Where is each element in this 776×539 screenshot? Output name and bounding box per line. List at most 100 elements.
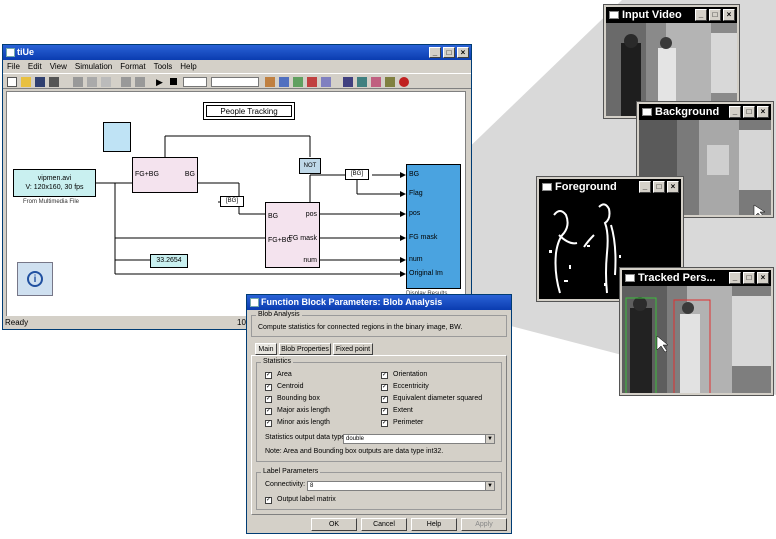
bg-from-tag[interactable]: [BG] xyxy=(345,169,369,180)
blob-detection-block[interactable]: BG FG+BG pos FG mask num xyxy=(265,202,320,268)
menu-file[interactable]: File xyxy=(3,60,24,73)
maximize-button[interactable]: □ xyxy=(743,106,755,118)
undo-icon[interactable] xyxy=(121,77,131,87)
blob-analysis-group: Blob Analysis Compute statistics for con… xyxy=(251,311,507,337)
minor-axis-label: Minor axis length xyxy=(277,419,330,426)
print-icon[interactable] xyxy=(49,77,59,87)
redo-icon[interactable] xyxy=(135,77,145,87)
display-results-block[interactable]: BG Flag pos FG mask num Original Im xyxy=(406,164,461,289)
maximize-button[interactable]: □ xyxy=(653,181,665,193)
extent-checkbox[interactable]: ✓ xyxy=(381,408,388,415)
maximize-button[interactable]: □ xyxy=(443,47,455,58)
minimize-button[interactable]: _ xyxy=(639,181,651,193)
apply-button[interactable]: Apply xyxy=(461,518,507,531)
simulink-titlebar: tiUe _ □ × xyxy=(3,45,471,60)
ok-button[interactable]: OK xyxy=(311,518,357,531)
debug-icon[interactable] xyxy=(293,77,303,87)
library-icon[interactable] xyxy=(265,77,275,87)
close-button[interactable]: × xyxy=(723,9,735,21)
output-type-select[interactable]: double ▼ xyxy=(343,434,495,444)
minor-axis-checkbox[interactable]: ✓ xyxy=(265,420,272,427)
sim-mode-select[interactable] xyxy=(211,77,259,87)
menu-edit[interactable]: Edit xyxy=(24,60,46,73)
background-titlebar: Background _ □ × xyxy=(639,104,771,120)
display-value-block[interactable]: 33.2654 xyxy=(150,254,188,268)
diagram-title: People Tracking xyxy=(206,105,292,117)
play-icon[interactable]: ▶ xyxy=(156,77,166,87)
menu-view[interactable]: View xyxy=(46,60,71,73)
from-multimedia-file-block[interactable]: vipmen.avi V: 120x160, 30 fps xyxy=(13,169,96,197)
tracked-persons-window[interactable]: Tracked Pers... _ □ × xyxy=(619,267,774,396)
output-type-label: Statistics output data type: xyxy=(265,434,348,441)
menu-simulation[interactable]: Simulation xyxy=(71,60,116,73)
stop-icon[interactable] xyxy=(170,78,177,85)
perimeter-checkbox[interactable]: ✓ xyxy=(381,420,388,427)
simulink-title: tiUe xyxy=(17,47,35,57)
connectivity-value: 8 xyxy=(310,483,314,489)
close-button[interactable]: × xyxy=(457,47,469,58)
blob-out-num: num xyxy=(303,257,317,264)
eccentricity-checkbox[interactable]: ✓ xyxy=(381,384,388,391)
bg-goto-tag[interactable]: [BG] xyxy=(220,196,244,207)
estimation-params-block[interactable] xyxy=(103,122,131,152)
tab-main[interactable]: Main xyxy=(255,343,277,355)
help-button[interactable]: Help xyxy=(411,518,457,531)
model-canvas[interactable]: People Tracking vipmen.avi V: 120x160, 3… xyxy=(6,91,466,317)
save-icon[interactable] xyxy=(35,77,45,87)
display-port-pos: pos xyxy=(409,210,421,217)
hierarchy-icon[interactable] xyxy=(385,77,395,87)
maximize-button[interactable]: □ xyxy=(709,9,721,21)
connectivity-select[interactable]: 8 ▼ xyxy=(307,481,495,491)
menu-format[interactable]: Format xyxy=(116,60,149,73)
input-video-title: Input Video xyxy=(622,9,682,21)
background-estimation-block[interactable]: FG+BG BG xyxy=(132,157,198,193)
build-icon[interactable] xyxy=(307,77,317,87)
stop-time-field[interactable] xyxy=(183,77,207,87)
signal-icon[interactable] xyxy=(343,77,353,87)
cut-icon[interactable] xyxy=(73,77,83,87)
minimize-button[interactable]: _ xyxy=(729,272,741,284)
source-label: From Multimedia File xyxy=(23,199,80,205)
toolbar: ▶ xyxy=(3,73,471,89)
profiler-icon[interactable] xyxy=(371,77,381,87)
perimeter-label: Perimeter xyxy=(393,419,424,426)
menu-bar: File Edit View Simulation Format Tools Help xyxy=(3,60,471,73)
open-icon[interactable] xyxy=(21,77,31,87)
close-button[interactable]: × xyxy=(757,272,769,284)
tracked-titlebar: Tracked Pers... _ □ × xyxy=(622,270,771,286)
model-explorer-icon[interactable] xyxy=(357,77,367,87)
major-axis-checkbox[interactable]: ✓ xyxy=(265,408,272,415)
blob-in-bg: BG xyxy=(268,213,279,220)
dialog-titlebar: Function Block Parameters: Blob Analysis xyxy=(247,295,511,310)
maximize-button[interactable]: □ xyxy=(743,272,755,284)
update-icon[interactable] xyxy=(321,77,331,87)
close-button[interactable]: × xyxy=(757,106,769,118)
not-block[interactable]: NOT xyxy=(299,158,321,174)
menu-help[interactable]: Help xyxy=(176,60,200,73)
display-port-flag: Flag xyxy=(409,190,423,197)
bounding-box-checkbox[interactable]: ✓ xyxy=(265,396,272,403)
chevron-down-icon: ▼ xyxy=(485,482,494,490)
cancel-button[interactable]: Cancel xyxy=(361,518,407,531)
info-block[interactable]: i xyxy=(17,262,53,296)
orientation-checkbox[interactable]: ✓ xyxy=(381,372,388,379)
tracked-title: Tracked Pers... xyxy=(638,272,716,284)
window-icon xyxy=(609,11,619,19)
copy-icon[interactable] xyxy=(87,77,97,87)
paste-icon[interactable] xyxy=(101,77,111,87)
centroid-checkbox[interactable]: ✓ xyxy=(265,384,272,391)
tab-fixed-point[interactable]: Fixed point xyxy=(333,343,373,355)
close-button[interactable]: × xyxy=(667,181,679,193)
output-label-matrix-label: Output label matrix xyxy=(277,496,336,503)
tab-blob-properties[interactable]: Blob Properties xyxy=(279,343,331,355)
equiv-diameter-checkbox[interactable]: ✓ xyxy=(381,396,388,403)
minimize-button[interactable]: _ xyxy=(695,9,707,21)
explorer-icon[interactable] xyxy=(279,77,289,87)
new-icon[interactable] xyxy=(7,77,17,87)
record-icon[interactable] xyxy=(399,77,409,87)
area-checkbox[interactable]: ✓ xyxy=(265,372,272,379)
menu-tools[interactable]: Tools xyxy=(150,60,177,73)
minimize-button[interactable]: _ xyxy=(429,47,441,58)
minimize-button[interactable]: _ xyxy=(729,106,741,118)
output-label-matrix-checkbox[interactable]: ✓ xyxy=(265,497,272,504)
